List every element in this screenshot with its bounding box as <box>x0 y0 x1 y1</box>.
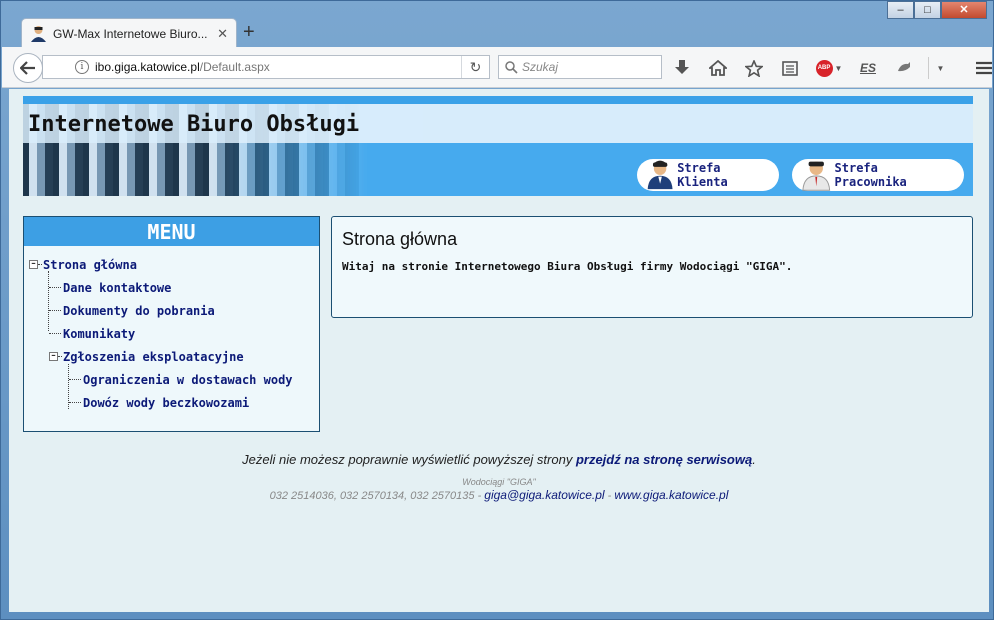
close-window-button[interactable]: ✕ <box>941 1 987 19</box>
footer-contact: 032 2514036, 032 2570134, 032 2570135 - … <box>9 488 989 502</box>
nav-toolbar: i ibo.giga.katowice.pl/Default.aspx ↻ Sz… <box>2 47 992 88</box>
window-controls: – □ ✕ <box>887 1 987 19</box>
email-link[interactable]: giga@giga.katowice.pl <box>484 488 604 502</box>
collapse-icon[interactable]: – <box>29 260 38 269</box>
menu-item-label: Zgłoszenia eksploatacyjne <box>63 350 244 364</box>
site-title: Internetowe Biuro Obsługi <box>28 112 360 137</box>
service-page-link[interactable]: przejdź na stronę serwisową <box>576 452 752 467</box>
reader-icon[interactable] <box>778 57 802 79</box>
footer-notice-end: . <box>752 452 756 467</box>
url-path: /Default.aspx <box>199 60 270 74</box>
page-title: Strona główna <box>342 229 458 249</box>
welcome-text: Witaj na stronie Internetowego Biura Obs… <box>342 260 793 273</box>
search-icon <box>505 60 518 74</box>
new-tab-button[interactable]: + <box>243 21 255 44</box>
close-tab-icon[interactable]: ✕ <box>217 26 228 42</box>
toolbar-icons: ABP ▼ ES ▼ <box>670 57 994 79</box>
tab-title: GW-Max Internetowe Biuro... <box>53 26 208 41</box>
employee-zone-label: Strefa Pracownika <box>834 161 907 189</box>
favicon-icon <box>31 26 46 42</box>
menu-item-strona-glowna[interactable]: – Strona główna <box>24 258 319 281</box>
employee-avatar-icon <box>802 161 831 191</box>
employee-zone-button[interactable]: Strefa Pracownika <box>792 159 964 191</box>
menu-item-dowoz-wody[interactable]: Dowóz wody beczkowozami <box>24 396 319 419</box>
menu-tree: – Strona główna Dane kontaktowe Dokument… <box>24 246 319 419</box>
client-avatar-icon <box>647 160 673 190</box>
bookmark-star-icon[interactable] <box>742 57 766 79</box>
main-content-panel: Strona główna Witaj na stronie Interneto… <box>331 216 973 318</box>
search-box[interactable]: Szukaj <box>498 55 662 79</box>
browser-tab[interactable]: GW-Max Internetowe Biuro... ✕ <box>21 18 237 48</box>
url-domain: ibo.giga.katowice.pl <box>95 60 200 74</box>
menu-item-label: Komunikaty <box>63 327 136 341</box>
menu-item-dokumenty[interactable]: Dokumenty do pobrania <box>24 304 319 327</box>
maximize-button[interactable]: □ <box>914 1 941 19</box>
footer-notice-text: Jeżeli nie możesz poprawnie wyświetlić p… <box>242 452 576 467</box>
es-icon[interactable]: ES <box>856 57 880 79</box>
footer-notice: Jeżeli nie możesz poprawnie wyświetlić p… <box>9 452 989 467</box>
menu-item-label: Strona główna <box>43 258 137 272</box>
footer-sep: - <box>604 490 615 502</box>
menu-title: MENU <box>24 217 319 246</box>
menu-item-ograniczenia[interactable]: Ograniczenia w dostawach wody <box>24 373 319 396</box>
chevron-down-icon[interactable]: ▼ <box>928 57 952 79</box>
back-button[interactable] <box>13 53 43 83</box>
client-zone-button[interactable]: Strefa Klienta <box>637 159 779 191</box>
side-menu: MENU – Strona główna Dane kontaktowe Dok… <box>23 216 320 432</box>
browser-window: – □ ✕ GW-Max Internetowe Biuro... ✕ + i … <box>0 0 994 620</box>
info-icon[interactable]: i <box>75 60 89 74</box>
footer-company: Wodociągi "GIGA" <box>462 477 536 487</box>
menu-icon[interactable] <box>972 57 994 79</box>
menu-item-label: Dowóz wody beczkowozami <box>83 396 250 410</box>
menu-item-zgloszenia[interactable]: – Zgłoszenia eksploatacyjne <box>24 350 319 373</box>
web-page: Internetowe Biuro Obsługi Strefa Klienta… <box>9 89 989 612</box>
reload-icon[interactable]: ↻ <box>461 56 489 78</box>
url-bar[interactable]: i ibo.giga.katowice.pl/Default.aspx ↻ <box>42 55 490 79</box>
header-banner: Internetowe Biuro Obsługi Strefa Klienta… <box>23 96 973 196</box>
download-icon[interactable] <box>670 57 694 79</box>
url-text[interactable]: ibo.giga.katowice.pl/Default.aspx <box>95 60 461 74</box>
footer-phones: 032 2514036, 032 2570134, 032 2570135 - <box>269 490 485 502</box>
back-arrow-icon <box>20 61 35 75</box>
menu-item-dane-kontaktowe[interactable]: Dane kontaktowe <box>24 281 319 304</box>
search-placeholder: Szukaj <box>522 60 559 74</box>
menu-item-label: Dokumenty do pobrania <box>63 304 215 318</box>
collapse-icon[interactable]: – <box>49 352 58 361</box>
website-link[interactable]: www.giga.katowice.pl <box>614 488 728 502</box>
abp-label: ABP <box>815 59 833 77</box>
adblock-icon[interactable]: ABP ▼ <box>814 57 844 79</box>
home-icon[interactable] <box>706 57 730 79</box>
client-zone-label: Strefa Klienta <box>677 161 728 189</box>
minimize-button[interactable]: – <box>887 1 914 19</box>
menu-item-label: Dane kontaktowe <box>63 281 172 295</box>
menu-item-komunikaty[interactable]: Komunikaty <box>24 327 319 350</box>
extension-icon[interactable] <box>892 57 916 79</box>
menu-item-label: Ograniczenia w dostawach wody <box>83 373 293 387</box>
